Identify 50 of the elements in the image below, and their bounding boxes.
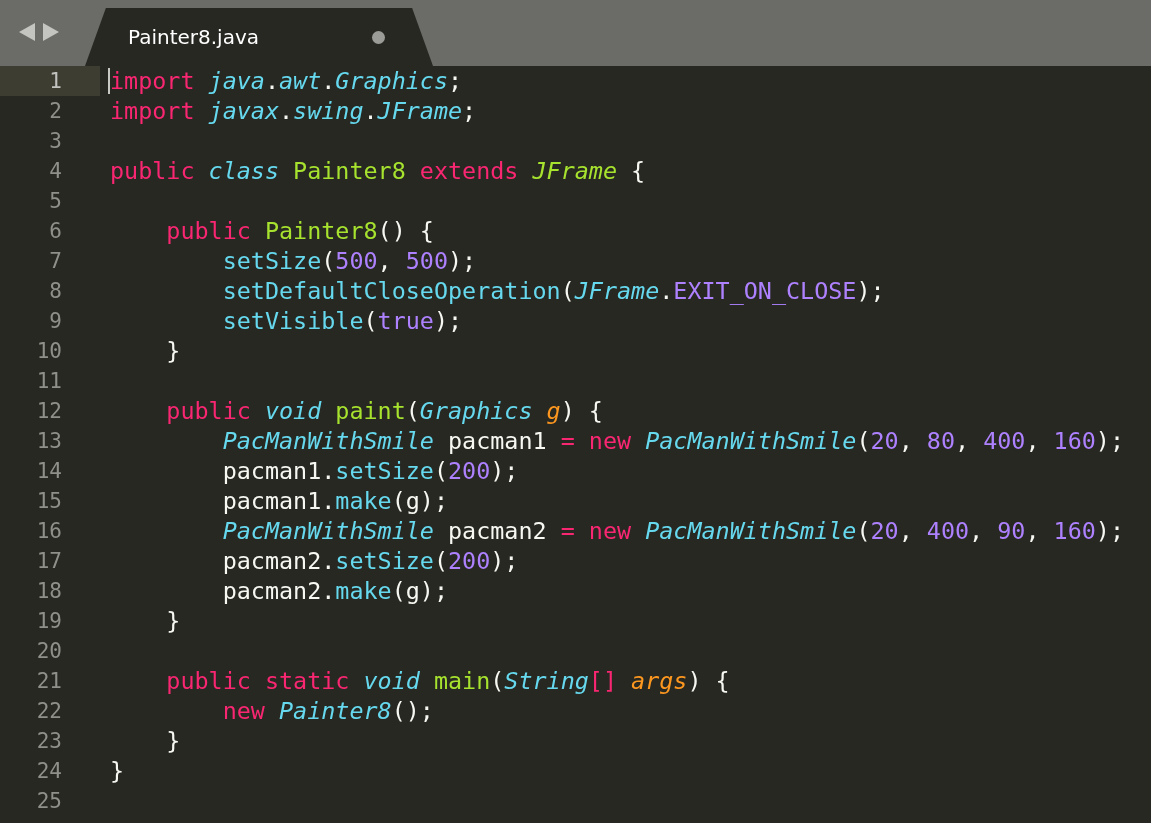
line-number: 8 [48, 278, 63, 305]
line-number: 24 [35, 758, 63, 785]
code-line: public static void main(String[] args) { [165, 666, 730, 696]
code-line: } [165, 606, 181, 636]
line-number: 19 [35, 608, 63, 635]
line-number: 25 [35, 788, 63, 815]
line-number: 2 [48, 98, 63, 125]
line-number: 22 [35, 698, 63, 725]
code-line: setSize(500, 500); [221, 246, 477, 276]
text-cursor [108, 68, 110, 94]
line-number: 1 [0, 66, 100, 96]
line-number: 5 [48, 188, 63, 215]
back-arrow-icon[interactable] [18, 22, 36, 42]
line-number: 13 [35, 428, 63, 455]
line-number: 18 [35, 578, 63, 605]
code-line: } [165, 336, 181, 366]
code-line: public class Painter8 extends JFrame { [109, 156, 646, 186]
line-number: 15 [35, 488, 63, 515]
line-number: 9 [48, 308, 63, 335]
line-number: 14 [35, 458, 63, 485]
line-number: 4 [48, 158, 63, 185]
code-line: import java.awt.Graphics; [107, 66, 463, 96]
line-number: 23 [35, 728, 63, 755]
code-line: public Painter8() { [165, 216, 434, 246]
line-number: 17 [35, 548, 63, 575]
code-line: pacman1.make(g); [221, 486, 448, 516]
line-number: 21 [35, 668, 63, 695]
code-line: public void paint(Graphics g) { [165, 396, 603, 426]
code-line: import javax.swing.JFrame; [109, 96, 477, 126]
code-line: pacman2.setSize(200); [221, 546, 519, 576]
code-line: pacman2.make(g); [221, 576, 448, 606]
code-line: new Painter8(); [221, 696, 434, 726]
code-line: } [165, 726, 181, 756]
code-line: pacman1.setSize(200); [221, 456, 519, 486]
code-line: setVisible(true); [221, 306, 463, 336]
line-number: 6 [48, 218, 63, 245]
code-line: setDefaultCloseOperation(JFrame.EXIT_ON_CLOSE); [221, 276, 885, 306]
line-number: 16 [35, 518, 63, 545]
code-line: PacManWithSmile pacman2 = new PacManWithSmile(20, 400, 90, 160); [221, 516, 1125, 546]
file-tab[interactable]: Painter8.java [85, 8, 433, 66]
forward-arrow-icon[interactable] [42, 22, 60, 42]
code-line: } [109, 756, 125, 786]
line-number: 11 [35, 368, 63, 395]
line-number: 3 [48, 128, 63, 155]
tab-title: Painter8.java [128, 25, 259, 49]
line-number: 7 [48, 248, 63, 275]
code-line: PacManWithSmile pacman1 = new PacManWithSmile(20, 80, 400, 160); [221, 426, 1125, 456]
line-number: 12 [35, 398, 63, 425]
line-number: 20 [35, 638, 63, 665]
line-number: 10 [35, 338, 63, 365]
